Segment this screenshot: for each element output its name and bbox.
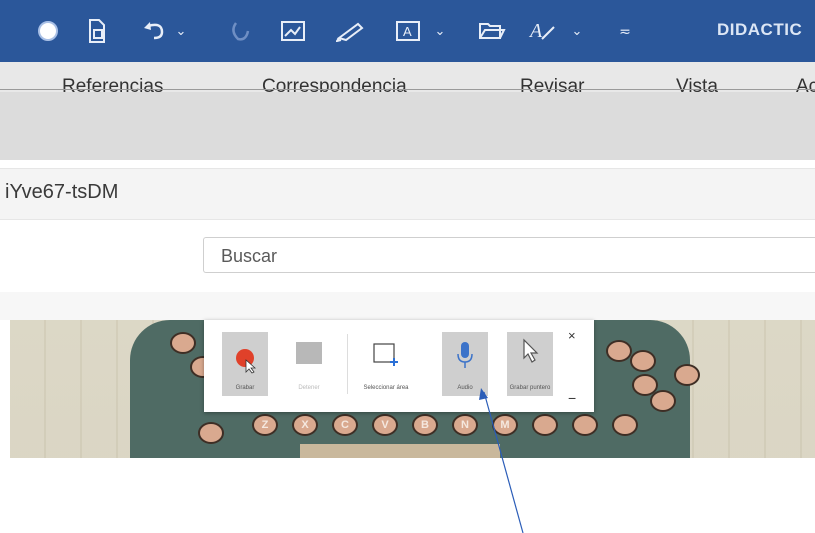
annotation-arrow (479, 388, 524, 533)
